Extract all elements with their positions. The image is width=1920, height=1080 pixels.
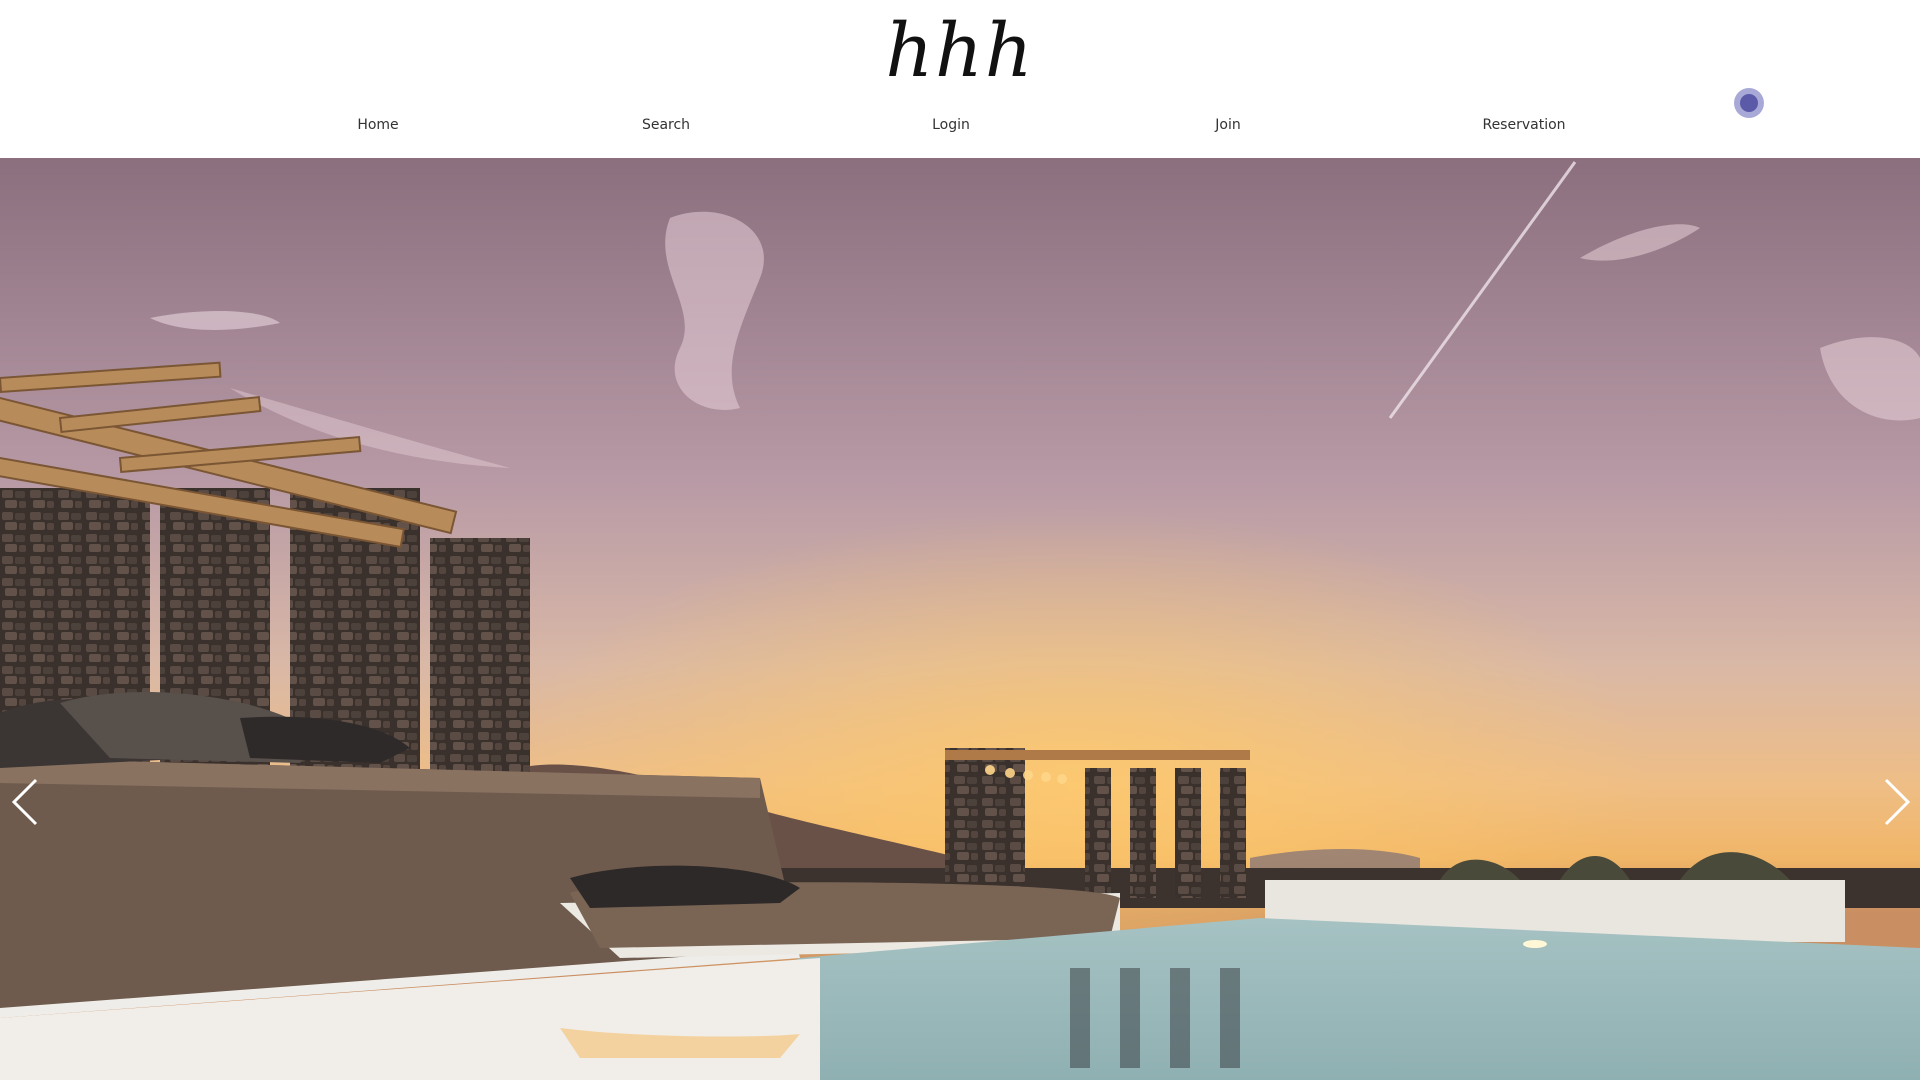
status-dot-icon[interactable]: [1734, 88, 1764, 118]
chevron-left-icon[interactable]: [6, 776, 46, 828]
hero-image: [0, 158, 1920, 1080]
nav-join[interactable]: Join: [1215, 114, 1240, 136]
nav-reservation[interactable]: Reservation: [1482, 114, 1565, 136]
site-logo[interactable]: hhh: [0, 6, 1920, 96]
nav-search[interactable]: Search: [642, 114, 690, 136]
nav-home[interactable]: Home: [357, 114, 398, 136]
nav-login[interactable]: Login: [932, 114, 970, 136]
hero-slider: [0, 158, 1920, 1080]
chevron-right-icon[interactable]: [1876, 776, 1916, 828]
site-header: hhh Home Search Login Join Reservation: [0, 0, 1920, 158]
